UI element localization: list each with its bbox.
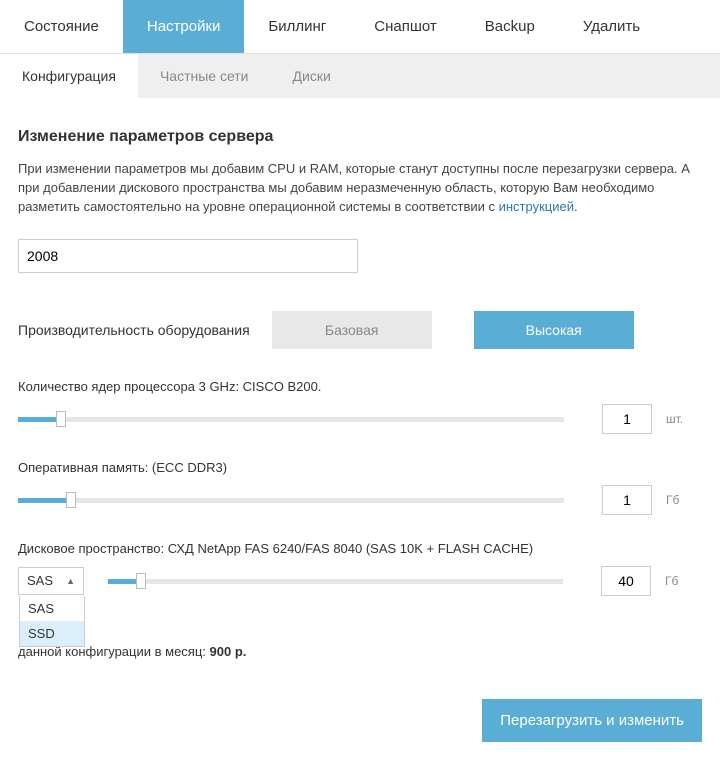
- page-title: Изменение параметров сервера: [18, 128, 702, 146]
- tab-billing[interactable]: Биллинг: [244, 0, 350, 53]
- cpu-label: Количество ядер процессора 3 GHz: CISCO …: [18, 379, 702, 394]
- price-line: данной конфигурации в месяц: 900 р.: [18, 644, 702, 659]
- main-tabs: Состояние Настройки Биллинг Снапшот Back…: [0, 0, 720, 54]
- ram-label: Оперативная память: (ECC DDR3): [18, 460, 702, 475]
- instruction-link[interactable]: инструкцией: [499, 199, 574, 214]
- performance-high-button[interactable]: Высокая: [474, 311, 634, 349]
- performance-row: Производительность оборудования Базовая …: [18, 311, 702, 349]
- subtab-private-networks[interactable]: Частные сети: [138, 54, 271, 98]
- disk-type-selected: SAS: [27, 573, 53, 588]
- cpu-block: Количество ядер процессора 3 GHz: CISCO …: [18, 379, 702, 434]
- submit-button[interactable]: Перезагрузить и изменить: [482, 699, 702, 742]
- server-name-input[interactable]: [18, 239, 358, 273]
- cpu-unit: шт.: [666, 412, 686, 426]
- ram-value-input[interactable]: [602, 485, 652, 515]
- disk-unit: Гб: [665, 574, 685, 588]
- ram-slider-handle[interactable]: [66, 492, 76, 508]
- ram-unit: Гб: [666, 493, 686, 507]
- disk-type-select[interactable]: SAS ▲ SAS SSD: [18, 567, 84, 595]
- description-text-b: .: [574, 199, 578, 214]
- description: При изменении параметров мы добавим CPU …: [18, 160, 702, 217]
- tab-backup[interactable]: Backup: [461, 0, 559, 53]
- disk-label: Дисковое пространство: СХД NetApp FAS 62…: [18, 541, 702, 556]
- caret-up-icon: ▲: [66, 576, 75, 586]
- ram-block: Оперативная память: (ECC DDR3) Гб: [18, 460, 702, 515]
- sub-tabs: Конфигурация Частные сети Диски: [0, 54, 720, 98]
- cpu-value-input[interactable]: [602, 404, 652, 434]
- cpu-slider-handle[interactable]: [56, 411, 66, 427]
- tab-delete[interactable]: Удалить: [559, 0, 664, 53]
- performance-base-button[interactable]: Базовая: [272, 311, 432, 349]
- tab-snapshot[interactable]: Снапшот: [350, 0, 461, 53]
- description-text-a: При изменении параметров мы добавим CPU …: [18, 161, 690, 214]
- disk-slider-handle[interactable]: [136, 573, 146, 589]
- cpu-slider[interactable]: [18, 413, 564, 425]
- disk-option-ssd[interactable]: SSD: [20, 621, 84, 646]
- tab-status[interactable]: Состояние: [0, 0, 123, 53]
- tab-settings[interactable]: Настройки: [123, 0, 245, 53]
- disk-option-sas[interactable]: SAS: [20, 596, 84, 621]
- disk-type-dropdown: SAS SSD: [19, 596, 85, 647]
- subtab-disks[interactable]: Диски: [271, 54, 353, 98]
- price-value: 900 р.: [210, 644, 247, 659]
- performance-label: Производительность оборудования: [18, 322, 250, 338]
- ram-slider[interactable]: [18, 494, 564, 506]
- disk-slider[interactable]: [108, 575, 563, 587]
- content: Изменение параметров сервера При изменен…: [0, 98, 720, 760]
- disk-block: Дисковое пространство: СХД NetApp FAS 62…: [18, 541, 702, 596]
- disk-value-input[interactable]: [601, 566, 651, 596]
- subtab-configuration[interactable]: Конфигурация: [0, 54, 138, 98]
